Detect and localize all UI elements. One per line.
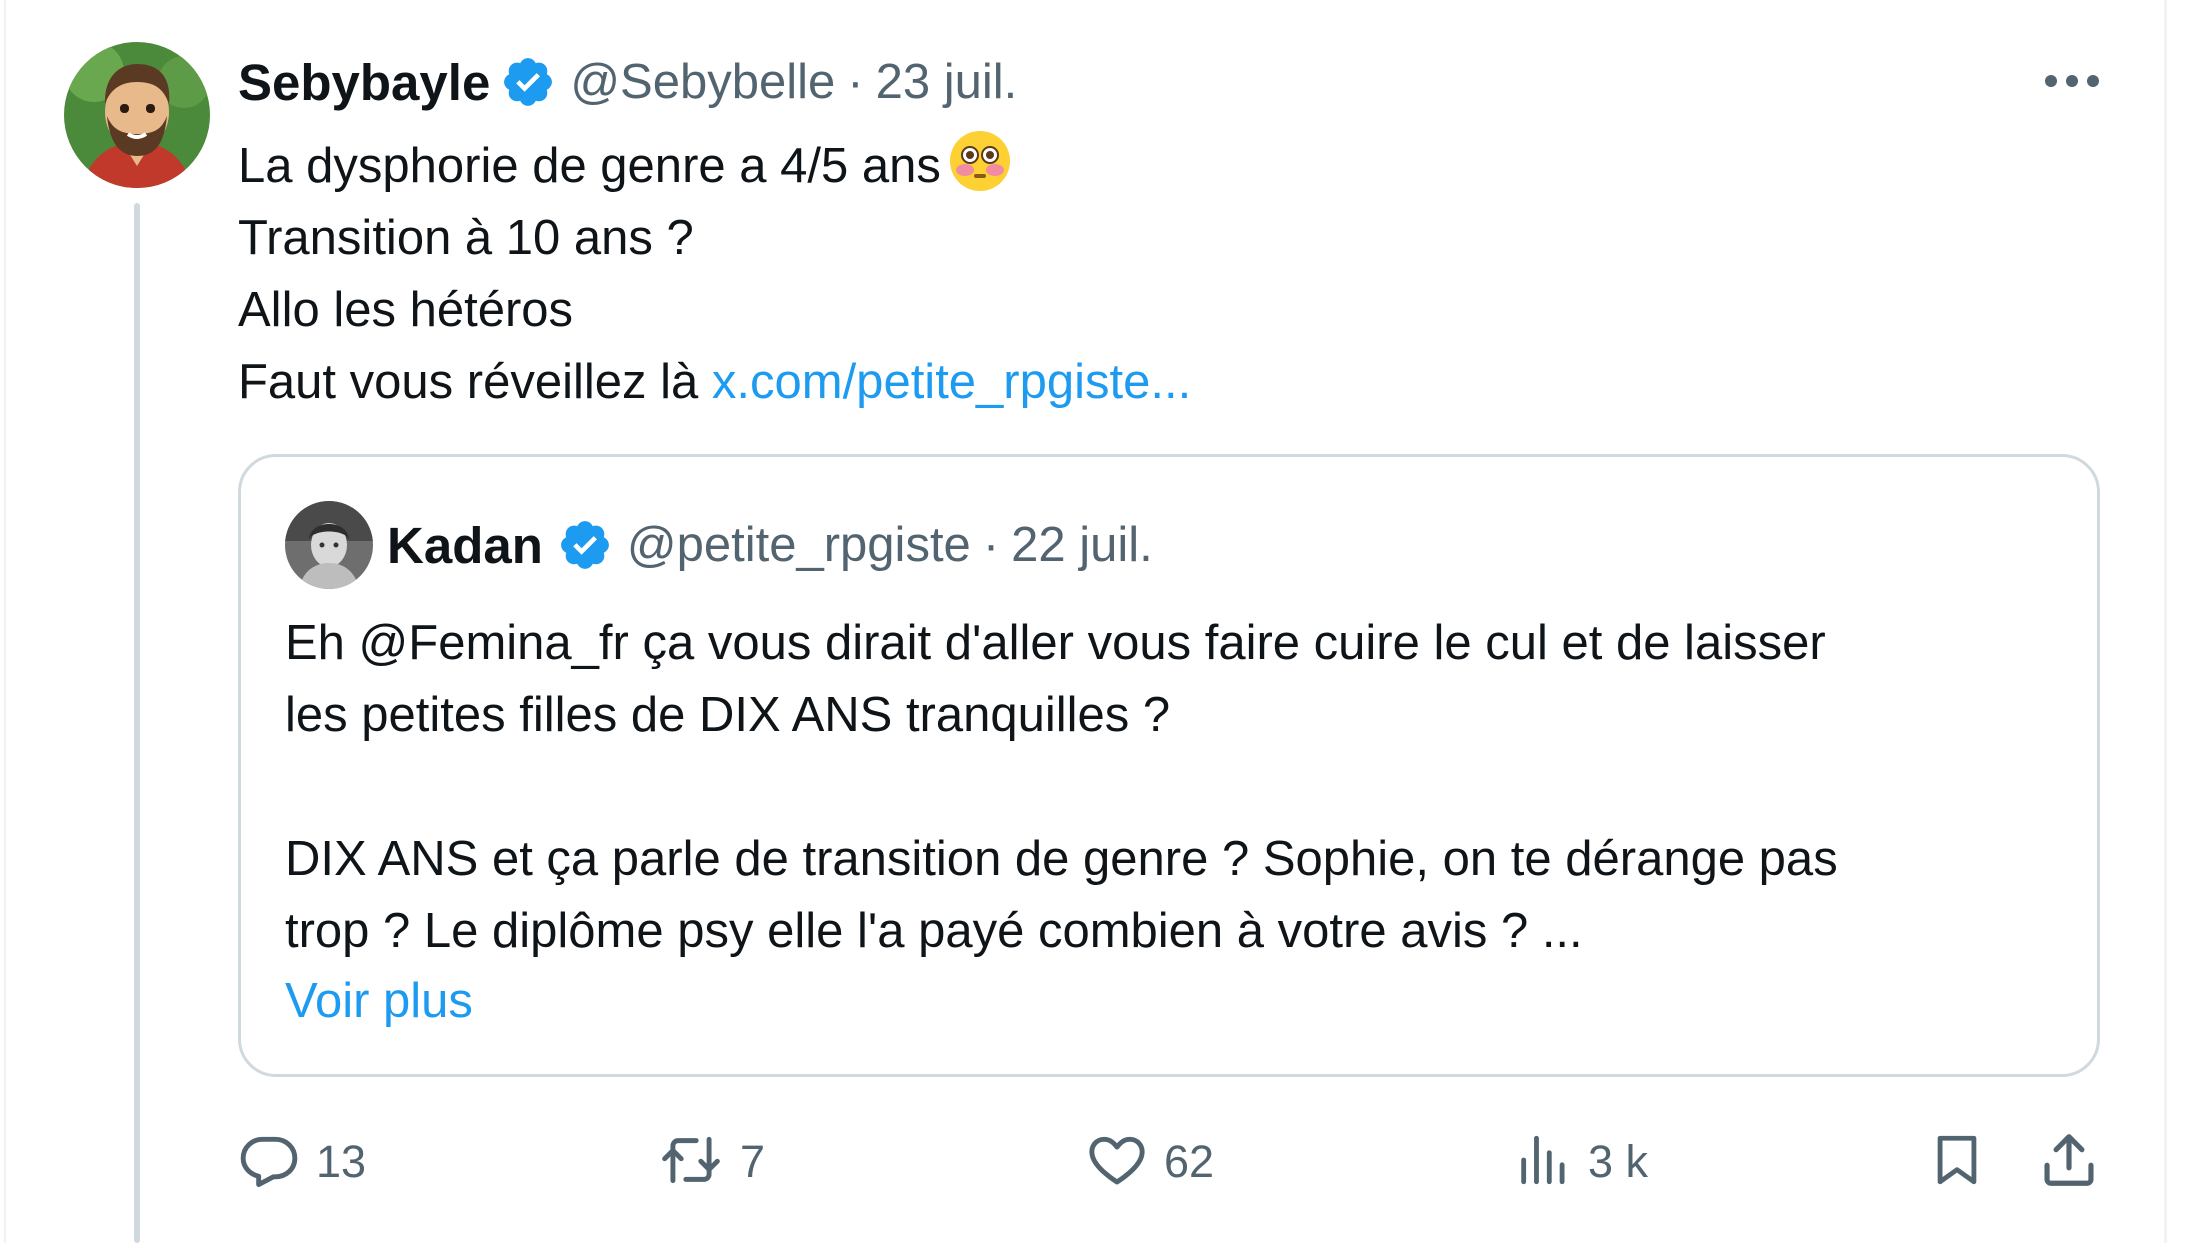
heart-icon	[1086, 1129, 1148, 1196]
tweet-text-line-4-text: Faut vous réveillez là	[238, 355, 699, 409]
tweet-date[interactable]: 23 juil.	[876, 54, 1018, 110]
more-options-icon[interactable]	[2036, 54, 2108, 108]
quoted-text-blank-line	[285, 751, 2065, 823]
tweet-text-line-4: Faut vous réveillez là x.com/petite_rpgi…	[238, 346, 2118, 418]
verified-badge-icon	[557, 517, 613, 573]
views-button[interactable]: 3 k	[1514, 1122, 1648, 1202]
repost-icon	[658, 1129, 724, 1196]
quoted-text-line-4: DIX ANS et ça parle de transition de gen…	[285, 832, 1838, 886]
author-name[interactable]: Sebybayle	[238, 53, 490, 112]
flushed-face-emoji-icon	[947, 128, 1013, 194]
reply-icon	[238, 1129, 300, 1196]
tweet-page: Sebybayle @Sebybelle · 23 juil. La dysph…	[0, 0, 2200, 1243]
show-more-link[interactable]: Voir plus	[285, 965, 473, 1037]
share-button[interactable]	[2038, 1122, 2100, 1202]
tweet-text-line-2: Transition à 10 ans ?	[238, 211, 694, 265]
tweet-text-line-1: La dysphorie de genre a 4/5 ans	[238, 139, 941, 193]
quoted-text-line-1: Eh @Femina_fr ça vous dirait d'aller vou…	[285, 616, 1826, 670]
tweet-text-line: La dysphorie de genre a 4/5 ans	[238, 128, 2118, 202]
thread-connector-line	[134, 203, 140, 1243]
reply-count: 13	[316, 1136, 367, 1187]
quoted-author-avatar[interactable]	[285, 501, 373, 589]
tweet-header: Sebybayle @Sebybelle · 23 juil.	[238, 46, 1017, 118]
header-separator: ·	[847, 55, 864, 109]
reply-button[interactable]: 13	[238, 1122, 366, 1202]
tweet-text-line-3: Allo les hétéros	[238, 283, 574, 337]
timeline-left-border	[4, 0, 6, 1243]
quoted-author-handle[interactable]: @petite_rpgiste	[627, 517, 971, 573]
quoted-tweet-text: Eh @Femina_fr ça vous dirait d'aller vou…	[285, 607, 2065, 967]
like-button[interactable]: 62	[1086, 1122, 1214, 1202]
like-count: 62	[1164, 1136, 1215, 1187]
quoted-tweet-card[interactable]: Kadan @petite_rpgiste · 22 juil. Eh @Fem…	[238, 454, 2100, 1077]
bookmark-icon	[1928, 1129, 1986, 1196]
verified-badge-icon	[500, 54, 556, 110]
repost-button[interactable]: 7	[658, 1122, 765, 1202]
quoted-tweet-header: Kadan @petite_rpgiste · 22 juil.	[387, 507, 1153, 583]
repost-count: 7	[740, 1136, 766, 1187]
bookmark-button[interactable]	[1928, 1122, 1986, 1202]
quoted-text-line-2: les petites filles de DIX ANS tranquille…	[285, 688, 1171, 742]
avatar-illustration	[64, 42, 210, 188]
timeline-right-border	[2164, 0, 2167, 1243]
tweet-text: La dysphorie de genre a 4/5 ans Transiti…	[238, 128, 2118, 418]
quoted-text-line-5: trop ? Le diplôme psy elle l'a payé comb…	[285, 904, 1583, 958]
quoted-author-name[interactable]: Kadan	[387, 516, 543, 575]
quoted-header-separator: ·	[982, 518, 1000, 572]
tweet-action-bar: 13 7 62 3 k	[238, 1122, 2108, 1202]
quoted-tweet-date[interactable]: 22 juil.	[1011, 517, 1153, 573]
views-chart-icon	[1514, 1129, 1572, 1196]
author-handle[interactable]: @Sebybelle	[570, 54, 835, 110]
author-avatar[interactable]	[64, 42, 210, 188]
share-icon	[2038, 1129, 2100, 1196]
quoted-avatar-illustration	[285, 501, 373, 589]
tweet-link[interactable]: x.com/petite_rpgiste...	[712, 355, 1191, 409]
views-count: 3 k	[1588, 1136, 1649, 1187]
